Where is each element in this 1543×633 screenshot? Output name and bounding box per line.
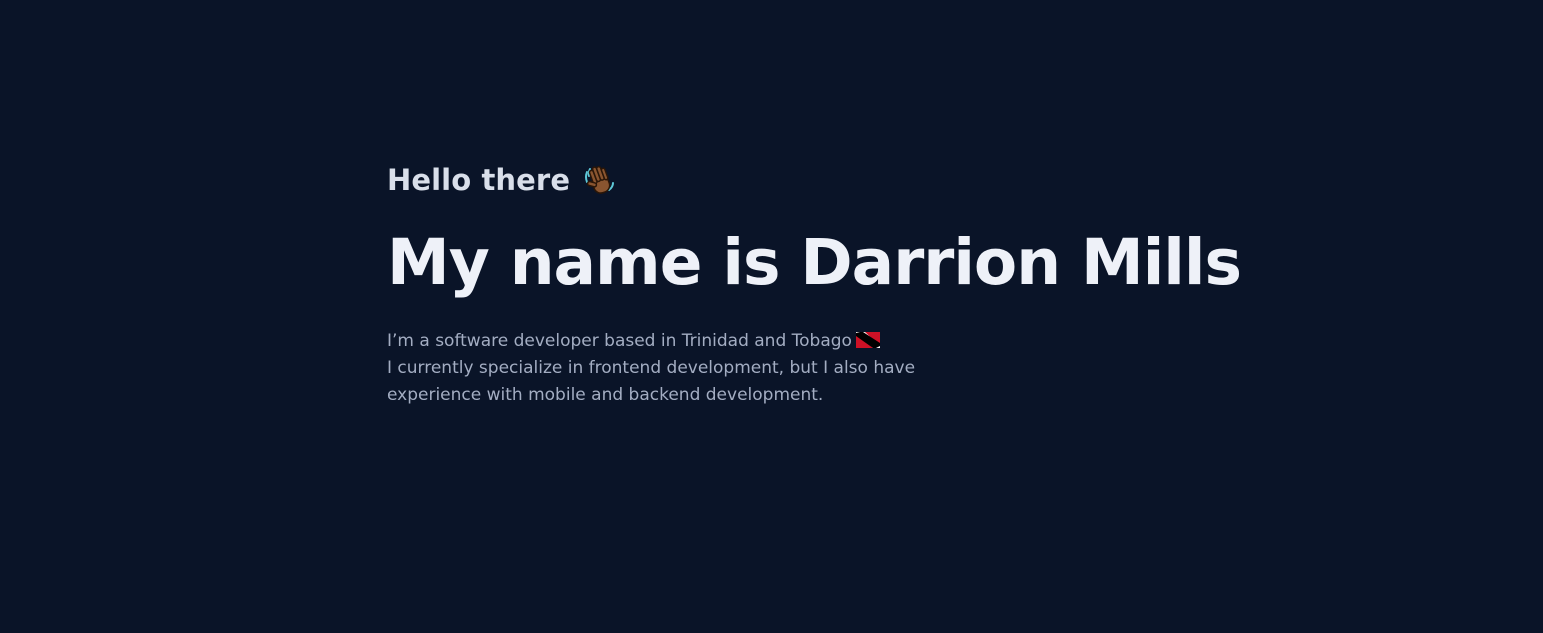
- bio-line: I currently specialize in frontend devel…: [387, 358, 916, 378]
- hero-section: Hello there My name is Darrion Mills I’m…: [387, 158, 1287, 409]
- bio-line: I’m a software developer based in Trinid…: [387, 328, 947, 355]
- trinidad-and-tobago-flag-icon: [855, 330, 880, 348]
- greeting-text: Hello there: [387, 163, 571, 197]
- page-title: My name is Darrion Mills: [387, 226, 1242, 299]
- greeting: Hello there: [387, 158, 1287, 202]
- bio-line: experience with mobile and backend devel…: [387, 385, 824, 405]
- bio: I’m a software developer based in Trinid…: [387, 328, 947, 409]
- waving-hand-icon: [582, 163, 616, 197]
- bio-line-text: I’m a software developer based in Trinid…: [387, 331, 852, 351]
- page: Hello there My name is Darrion Mills I’m…: [0, 0, 1543, 633]
